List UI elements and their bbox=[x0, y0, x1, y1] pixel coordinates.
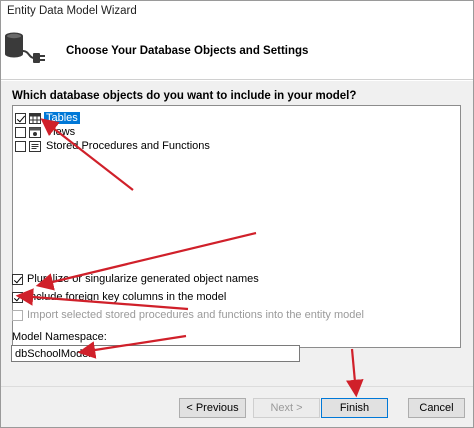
wizard-footer: < Previous Next > Finish Cancel bbox=[1, 386, 473, 427]
namespace-label: Model Namespace: bbox=[12, 331, 107, 343]
procedures-icon bbox=[29, 140, 41, 152]
database-plug-icon bbox=[5, 32, 45, 63]
foreign-keys-label: Include foreign key columns in the model bbox=[27, 291, 227, 303]
page-heading: Choose Your Database Objects and Setting… bbox=[66, 45, 309, 57]
import-procedures-checkbox bbox=[12, 309, 23, 321]
tree-item-label: Tables bbox=[44, 112, 80, 124]
views-icon bbox=[29, 126, 41, 138]
tables-icon bbox=[29, 112, 41, 124]
tree-item-stored-procedures[interactable]: Stored Procedures and Functions bbox=[15, 139, 212, 153]
finish-button[interactable]: Finish bbox=[321, 398, 388, 418]
tree-item-label: Views bbox=[46, 126, 76, 138]
pluralize-checkbox[interactable] bbox=[12, 273, 23, 285]
import-procedures-option: Import selected stored procedures and fu… bbox=[12, 309, 364, 321]
import-procedures-label: Import selected stored procedures and fu… bbox=[27, 309, 364, 321]
objects-question: Which database objects do you want to in… bbox=[12, 90, 357, 102]
foreign-keys-option[interactable]: Include foreign key columns in the model bbox=[12, 291, 226, 303]
window-title: Entity Data Model Wizard bbox=[7, 5, 137, 17]
title-bar: Entity Data Model Wizard bbox=[1, 1, 473, 23]
views-checkbox[interactable] bbox=[15, 126, 26, 138]
wizard-window: Entity Data Model Wizard Choose Your Dat… bbox=[0, 0, 474, 428]
wizard-body: Which database objects do you want to in… bbox=[1, 81, 473, 386]
wizard-header: Choose Your Database Objects and Setting… bbox=[1, 23, 473, 80]
tables-checkbox[interactable] bbox=[15, 112, 26, 124]
tree-item-label: Stored Procedures and Functions bbox=[46, 140, 210, 152]
foreign-keys-checkbox[interactable] bbox=[12, 291, 23, 303]
next-button: Next > bbox=[253, 398, 320, 418]
stored-procedures-checkbox[interactable] bbox=[15, 140, 26, 152]
previous-button[interactable]: < Previous bbox=[179, 398, 246, 418]
cancel-button[interactable]: Cancel bbox=[408, 398, 465, 418]
namespace-input[interactable] bbox=[11, 345, 300, 362]
tree-item-views[interactable]: Views bbox=[15, 125, 77, 139]
pluralize-option[interactable]: Pluralize or singularize generated objec… bbox=[12, 273, 259, 285]
tree-item-tables[interactable]: Tables bbox=[15, 111, 80, 125]
pluralize-label: Pluralize or singularize generated objec… bbox=[27, 273, 259, 285]
